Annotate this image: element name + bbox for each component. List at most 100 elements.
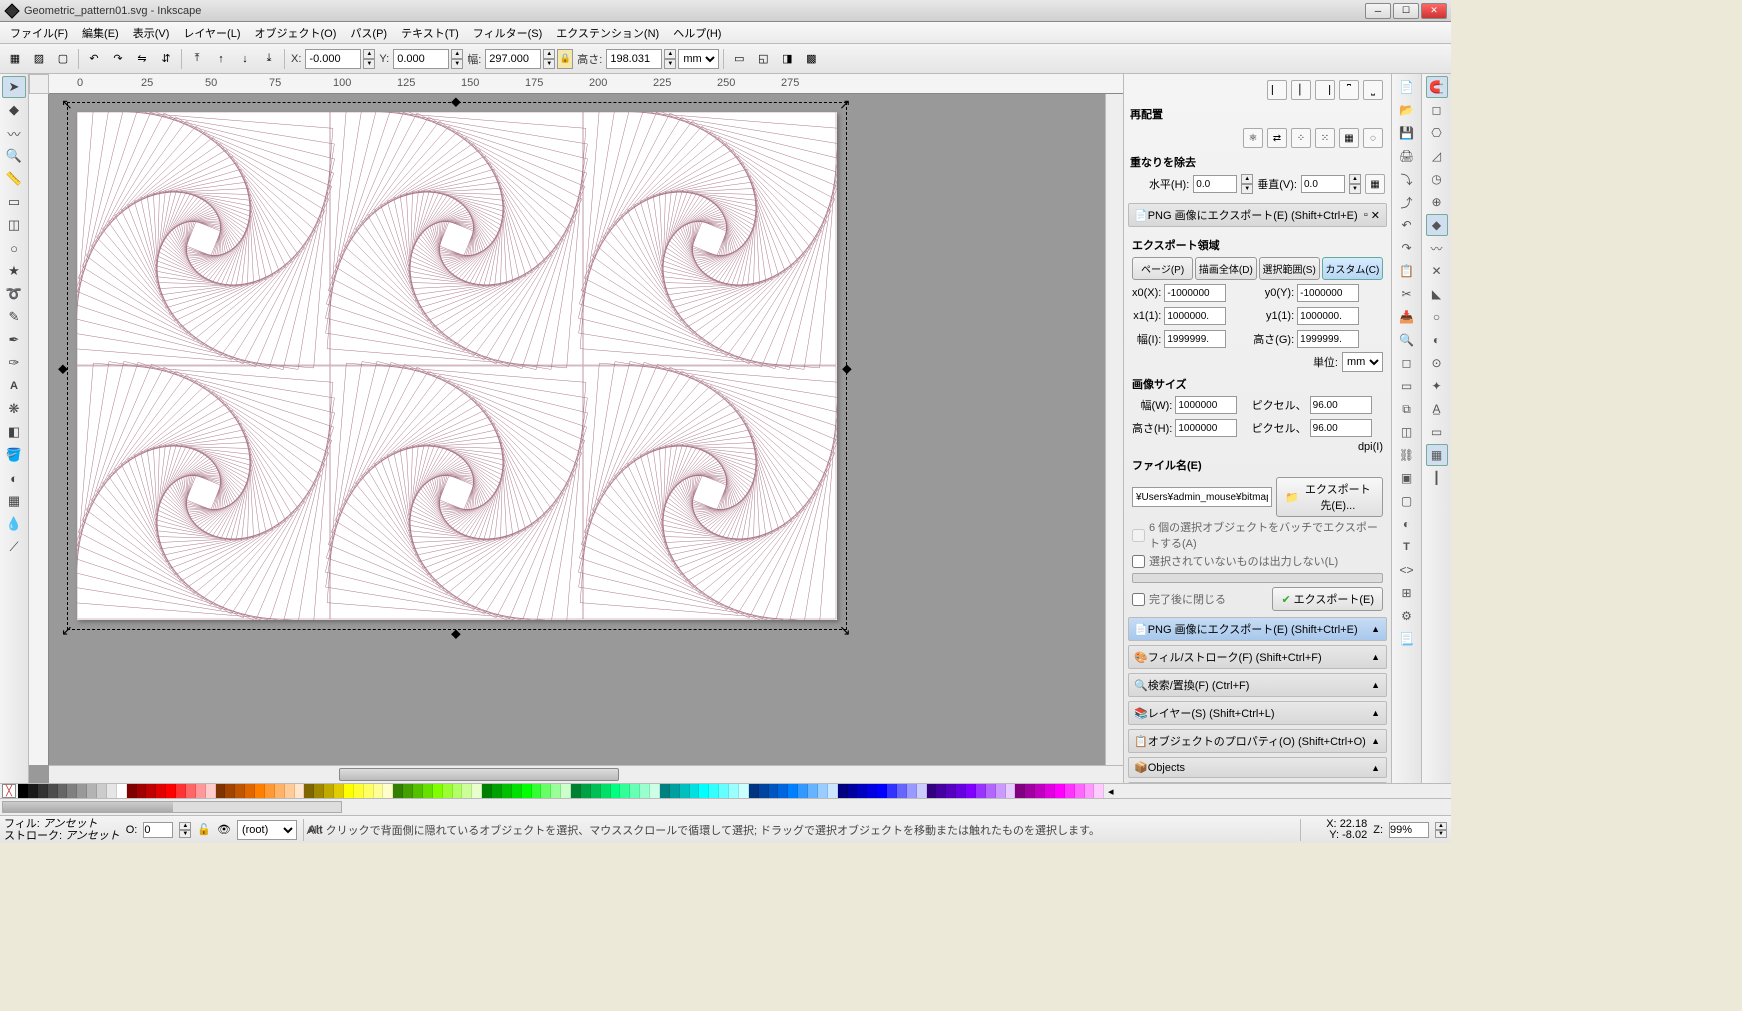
export-header[interactable]: 📄PNG 画像にエクスポート(E) (Shift+Ctrl+E) ▫✕ — [1128, 203, 1387, 227]
tab-custom[interactable]: カスタム(C) — [1322, 257, 1383, 280]
mesh-tool-icon[interactable]: ▦ — [2, 490, 26, 512]
swatch[interactable] — [285, 784, 295, 798]
snap-toggle-icon[interactable]: 🧲 — [1426, 76, 1448, 98]
swatch[interactable] — [601, 784, 611, 798]
swatch[interactable] — [581, 784, 591, 798]
snap-midedge-icon[interactable]: ◷ — [1426, 168, 1448, 190]
swatch[interactable] — [1035, 784, 1045, 798]
swatch[interactable] — [156, 784, 166, 798]
x1-input[interactable] — [1164, 307, 1226, 325]
dpi2-input[interactable] — [1310, 419, 1372, 437]
swatch[interactable] — [660, 784, 670, 798]
swatch[interactable] — [571, 784, 581, 798]
swatch[interactable] — [690, 784, 700, 798]
swatch[interactable] — [887, 784, 897, 798]
swatch[interactable] — [857, 784, 867, 798]
deselect-icon[interactable]: ▢ — [52, 48, 74, 70]
snap-path-icon[interactable]: 〰 — [1426, 237, 1448, 259]
align-icon[interactable]: ⊞ — [1396, 582, 1418, 604]
img-h-input[interactable] — [1175, 419, 1237, 437]
swatch[interactable] — [117, 784, 127, 798]
menu-layer[interactable]: レイヤー(L) — [177, 23, 246, 43]
snap-bbox-icon[interactable]: ◻ — [1426, 99, 1448, 121]
circular-icon[interactable]: ◌ — [1363, 128, 1383, 148]
eraser-tool-icon[interactable]: ◧ — [2, 421, 26, 443]
select-all-icon[interactable]: ▨ — [28, 48, 50, 70]
swatch[interactable] — [423, 784, 433, 798]
flip-h-icon[interactable]: ⇋ — [131, 48, 153, 70]
swatch[interactable] — [611, 784, 621, 798]
swatch[interactable] — [275, 784, 285, 798]
rotate-ccw-icon[interactable]: ↶ — [83, 48, 105, 70]
menu-object[interactable]: オブジェクト(O) — [249, 23, 343, 43]
remove-overlap-button[interactable]: ▦ — [1365, 174, 1385, 194]
star-tool-icon[interactable]: ★ — [2, 260, 26, 282]
opacity-input[interactable] — [143, 822, 173, 838]
canvas[interactable]: ↖ ⬥ ↗ ⬥ ⬥ ↙ ⬥ ↘ — [49, 94, 1123, 765]
swatch[interactable] — [986, 784, 996, 798]
lower-bottom-icon[interactable]: ⤓ — [258, 48, 280, 70]
spray-tool-icon[interactable]: ❋ — [2, 398, 26, 420]
handle-sw-icon[interactable]: ↙ — [61, 622, 75, 636]
dock-selsets[interactable]: ☑Selection sets▲ — [1128, 782, 1387, 783]
color-palette[interactable]: ╳ ◂ — [0, 783, 1451, 799]
random-icon[interactable]: ⁘ — [1291, 128, 1311, 148]
swatch[interactable] — [166, 784, 176, 798]
swatch[interactable] — [512, 784, 522, 798]
text-dlg-icon[interactable]: T — [1396, 536, 1418, 558]
swatch[interactable] — [28, 784, 38, 798]
swatch[interactable] — [650, 784, 660, 798]
swatch[interactable] — [502, 784, 512, 798]
swatch[interactable] — [1045, 784, 1055, 798]
swatch[interactable] — [374, 784, 384, 798]
overlap-h-input[interactable] — [1193, 175, 1237, 193]
swatch[interactable] — [966, 784, 976, 798]
swatch[interactable] — [462, 784, 472, 798]
swatch[interactable] — [137, 784, 147, 798]
ruler-vertical[interactable] — [29, 94, 49, 765]
no-fill-icon[interactable]: ╳ — [2, 784, 16, 798]
swatch[interactable] — [907, 784, 917, 798]
w-spinner[interactable]: ▲▼ — [543, 49, 555, 69]
rect-tool-icon[interactable]: ▭ — [2, 191, 26, 213]
snap-rotcenter-icon[interactable]: ✦ — [1426, 375, 1448, 397]
tweak-tool-icon[interactable]: 〰 — [2, 122, 26, 144]
unlink-icon[interactable]: ⛓ — [1396, 444, 1418, 466]
swatch[interactable] — [48, 784, 58, 798]
swatch[interactable] — [97, 784, 107, 798]
swatch[interactable] — [206, 784, 216, 798]
handle-s-icon[interactable]: ⬥ — [451, 625, 465, 639]
overlap-v-spinner[interactable]: ▲▼ — [1349, 174, 1361, 194]
snap-textbase-icon[interactable]: A̲ — [1426, 398, 1448, 420]
swatch[interactable] — [1065, 784, 1075, 798]
swatch[interactable] — [541, 784, 551, 798]
selector-tool-icon[interactable]: ➤ — [2, 76, 26, 98]
swatch[interactable] — [522, 784, 532, 798]
swatch[interactable] — [808, 784, 818, 798]
swatch[interactable] — [255, 784, 265, 798]
redo-icon[interactable]: ↷ — [1396, 237, 1418, 259]
handle-ne-icon[interactable]: ↗ — [839, 96, 853, 110]
handle-nw-icon[interactable]: ↖ — [61, 96, 75, 110]
swatch[interactable] — [699, 784, 709, 798]
grid-arrange-icon[interactable]: ▦ — [1339, 128, 1359, 148]
snap-grid-icon[interactable]: ▦ — [1426, 444, 1448, 466]
swatch[interactable] — [1015, 784, 1025, 798]
swatch[interactable] — [996, 784, 1006, 798]
handle-n-icon[interactable]: ⬥ — [451, 94, 465, 107]
connector-tool-icon[interactable]: ⟋ — [2, 536, 26, 558]
swatch[interactable] — [749, 784, 759, 798]
menu-help[interactable]: ヘルプ(H) — [667, 23, 727, 43]
swatch[interactable] — [680, 784, 690, 798]
pencil-tool-icon[interactable]: ✎ — [2, 306, 26, 328]
swatch[interactable] — [364, 784, 374, 798]
swatch[interactable] — [838, 784, 848, 798]
snap-center-icon[interactable]: ⊕ — [1426, 191, 1448, 213]
swatch[interactable] — [739, 784, 749, 798]
swatch[interactable] — [107, 784, 117, 798]
swatch[interactable] — [551, 784, 561, 798]
swatch[interactable] — [976, 784, 986, 798]
menu-file[interactable]: ファイル(F) — [4, 23, 74, 43]
export-button[interactable]: ✔エクスポート(E) — [1272, 587, 1383, 611]
duplicate-icon[interactable]: ⧉ — [1396, 398, 1418, 420]
